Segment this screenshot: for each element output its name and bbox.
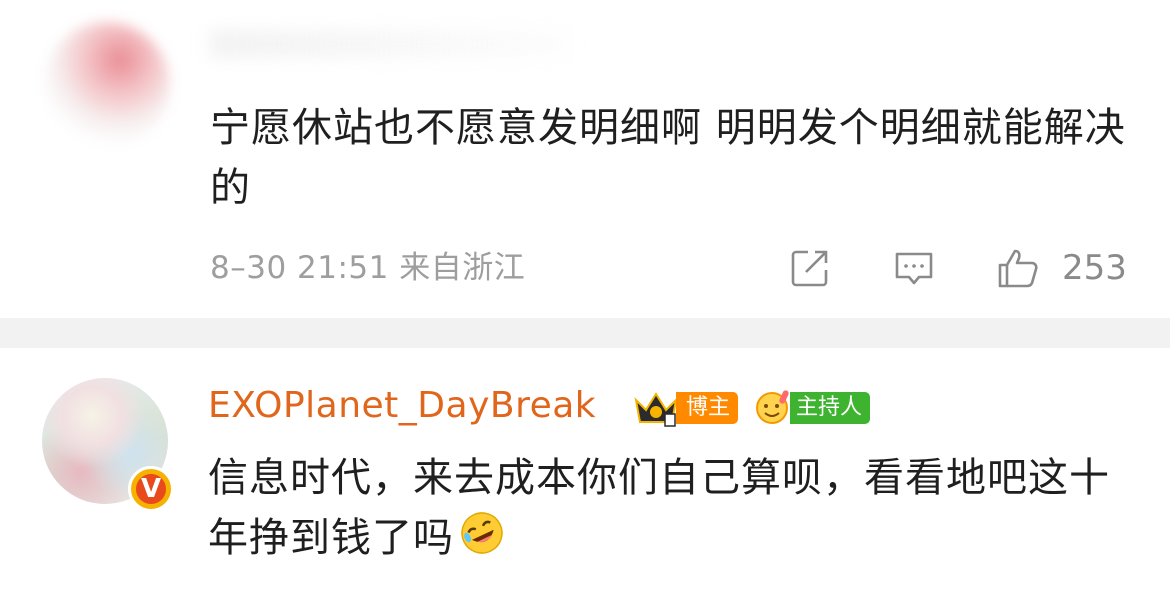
share-icon[interactable] [788,246,832,290]
comment-text-content: 信息时代，来去成本你们自己算呗，看看地吧这十年挣到钱了吗 [208,455,1110,561]
comment-actions: 253 [0,244,1170,294]
crown-icon [634,392,678,427]
like-count: 253 [1062,248,1127,288]
rolling-on-floor-laughing-icon [461,512,503,554]
host-tag: 主持人 [790,392,871,424]
username[interactable]: EXOPlanet_DayBreak [208,384,596,428]
blogger-tag: 博主 [676,392,739,424]
host-icon [756,390,789,424]
reply-icon[interactable] [892,246,936,290]
avatar[interactable] [44,22,170,148]
divider [0,318,1170,348]
like-icon[interactable] [996,246,1040,290]
comment-item: 宁愿休站也不愿意发明细啊 明明发个明细就能解决的 8–30 21:51 来自浙江… [0,0,1170,318]
comment-item: V EXOPlanet_DayBreak 博主 主持人 信息时代，来去成本你们自… [0,348,1170,602]
comment-text: 信息时代，来去成本你们自己算呗，看看地吧这十年挣到钱了吗 [208,448,1138,568]
blurred-username [210,30,570,58]
comment-text: 宁愿休站也不愿意发明细啊 明明发个明细就能解决的 [210,105,1126,211]
verified-badge-icon: V [128,466,174,512]
